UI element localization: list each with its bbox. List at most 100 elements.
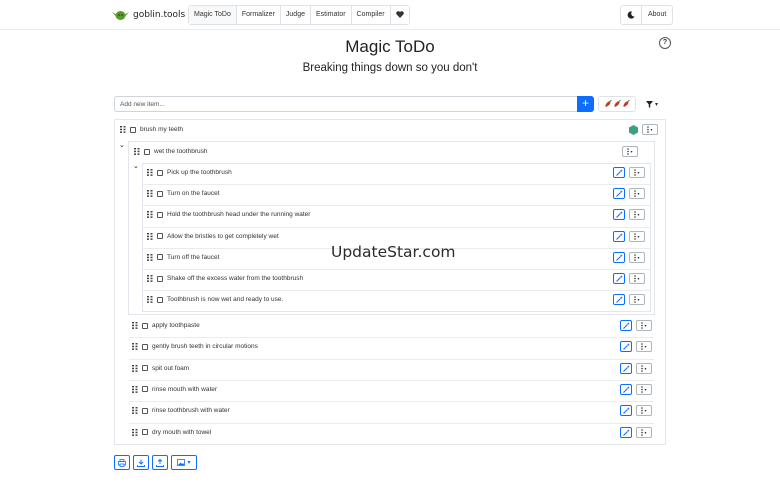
magic-breakdown-button[interactable]	[620, 426, 632, 438]
task-menu-button[interactable]: ▾	[629, 294, 645, 306]
task-menu-button[interactable]: ▾	[622, 146, 638, 157]
drag-handle-icon[interactable]	[147, 296, 153, 304]
drag-handle-icon[interactable]	[147, 190, 153, 198]
drag-handle-icon[interactable]	[147, 169, 153, 176]
upload-button[interactable]	[152, 455, 168, 470]
donate-button[interactable]	[390, 6, 409, 24]
drag-handle-icon[interactable]	[132, 322, 138, 329]
task-checkbox[interactable]	[142, 386, 148, 393]
nav-estimator[interactable]: Estimator	[310, 6, 352, 24]
magic-breakdown-button[interactable]	[620, 320, 632, 331]
list-item[interactable]: wet the toothbrush	[134, 148, 207, 155]
download-button[interactable]	[133, 455, 149, 470]
task-label: Turn on the faucet	[167, 190, 220, 198]
drag-handle-icon[interactable]	[132, 343, 138, 351]
brand[interactable]: goblin.tools	[112, 7, 185, 23]
drag-handle-icon[interactable]	[147, 232, 153, 240]
task-checkbox[interactable]	[130, 126, 136, 133]
drag-handle-icon[interactable]	[132, 385, 138, 393]
drag-handle-icon[interactable]	[147, 211, 153, 219]
nav-compiler[interactable]: Compiler	[351, 6, 391, 24]
list-item[interactable]: Toothbrush is now wet and ready to use.	[147, 296, 283, 303]
task-checkbox[interactable]	[157, 254, 163, 261]
drag-handle-icon[interactable]	[147, 275, 153, 282]
task-checkbox[interactable]	[157, 296, 163, 303]
drag-handle-icon[interactable]	[132, 407, 138, 415]
task-checkbox[interactable]	[144, 148, 150, 155]
export-dropdown[interactable]: ▾	[171, 455, 197, 470]
list-item[interactable]: gently brush teeth in circular motions	[132, 343, 258, 350]
task-menu-button[interactable]: ▾	[629, 209, 645, 221]
list-item[interactable]: Shake off the excess water from the toot…	[147, 275, 303, 282]
task-actions: ▾	[629, 124, 658, 135]
task-menu-button[interactable]: ▾	[629, 251, 645, 263]
task-menu-button[interactable]: ▾	[629, 167, 645, 178]
nav-formalizer[interactable]: Formalizer	[236, 6, 281, 24]
task-checkbox[interactable]	[142, 429, 148, 435]
list-item[interactable]: Turn on the faucet	[147, 190, 220, 197]
list-item[interactable]: rinse toothbrush with water	[132, 407, 230, 414]
magic-breakdown-button[interactable]	[613, 294, 625, 306]
task-menu-button[interactable]: ▾	[636, 362, 652, 374]
pepper-icon	[605, 100, 612, 107]
task-checkbox[interactable]	[142, 365, 148, 372]
task-checkbox[interactable]	[157, 190, 163, 197]
task-checkbox[interactable]	[157, 233, 163, 240]
collapse-caret-icon[interactable]: ⌄	[133, 162, 139, 170]
list-item[interactable]: apply toothpaste	[132, 322, 200, 329]
add-item-button[interactable]: +	[577, 96, 594, 112]
magic-breakdown-button[interactable]	[613, 273, 625, 284]
image-icon	[177, 459, 186, 466]
task-checkbox[interactable]	[157, 169, 163, 176]
magic-breakdown-button[interactable]	[620, 383, 632, 395]
task-checkbox[interactable]	[142, 322, 148, 329]
task-menu-button[interactable]: ▾	[636, 426, 652, 438]
filter-dropdown[interactable]: ▾	[641, 96, 663, 112]
task-checkbox[interactable]	[157, 211, 163, 218]
magic-breakdown-button[interactable]	[620, 341, 632, 353]
magic-breakdown-button[interactable]	[613, 167, 625, 178]
magic-wand-icon	[622, 322, 630, 329]
task-menu-button[interactable]: ▾	[636, 405, 652, 417]
task-checkbox[interactable]	[157, 275, 163, 282]
list-item[interactable]: rinse mouth with water	[132, 385, 217, 393]
list-item[interactable]: dry mouth with towel	[132, 428, 211, 436]
magic-breakdown-button[interactable]	[613, 230, 625, 242]
help-button[interactable]: ?	[659, 37, 671, 49]
magic-breakdown-button[interactable]	[613, 188, 625, 200]
estimate-icon[interactable]	[629, 125, 638, 135]
print-button[interactable]	[114, 455, 130, 470]
nav-magic-todo[interactable]: Magic ToDo	[189, 6, 237, 24]
task-checkbox[interactable]	[142, 343, 148, 350]
task-menu-button[interactable]: ▾	[629, 188, 645, 200]
magic-breakdown-button[interactable]	[620, 362, 632, 374]
list-item[interactable]: Hold the toothbrush head under the runni…	[147, 211, 310, 218]
task-checkbox[interactable]	[142, 407, 148, 414]
add-item-input[interactable]	[115, 97, 577, 111]
list-item[interactable]: Turn off the faucet	[147, 253, 219, 261]
magic-breakdown-button[interactable]	[613, 209, 625, 221]
list-item[interactable]: Allow the bristles to get completely wet	[147, 232, 279, 240]
list-item[interactable]: brush my teeth	[120, 126, 183, 133]
collapse-caret-icon[interactable]: ⌄	[119, 141, 125, 149]
task-menu-button[interactable]: ▾	[636, 320, 652, 331]
about-link[interactable]: About	[642, 6, 672, 24]
drag-handle-icon[interactable]	[147, 253, 153, 261]
list-item[interactable]: spit out foam	[132, 364, 189, 372]
nav-judge[interactable]: Judge	[280, 6, 311, 24]
task-actions: ▾	[613, 294, 645, 306]
task-menu-button[interactable]: ▾	[629, 273, 645, 284]
magic-breakdown-button[interactable]	[620, 405, 632, 417]
task-menu-button[interactable]: ▾	[629, 230, 645, 242]
list-item[interactable]: Pick up the toothbrush	[147, 169, 232, 176]
drag-handle-icon[interactable]	[134, 148, 140, 155]
magic-breakdown-button[interactable]	[613, 251, 625, 263]
spiciness-selector[interactable]	[598, 96, 636, 112]
task-menu-button[interactable]: ▾	[642, 124, 658, 135]
drag-handle-icon[interactable]	[120, 126, 126, 133]
drag-handle-icon[interactable]	[132, 364, 138, 372]
task-menu-button[interactable]: ▾	[636, 383, 652, 395]
task-menu-button[interactable]: ▾	[636, 341, 652, 353]
theme-toggle-button[interactable]	[621, 6, 642, 24]
drag-handle-icon[interactable]	[132, 428, 138, 436]
